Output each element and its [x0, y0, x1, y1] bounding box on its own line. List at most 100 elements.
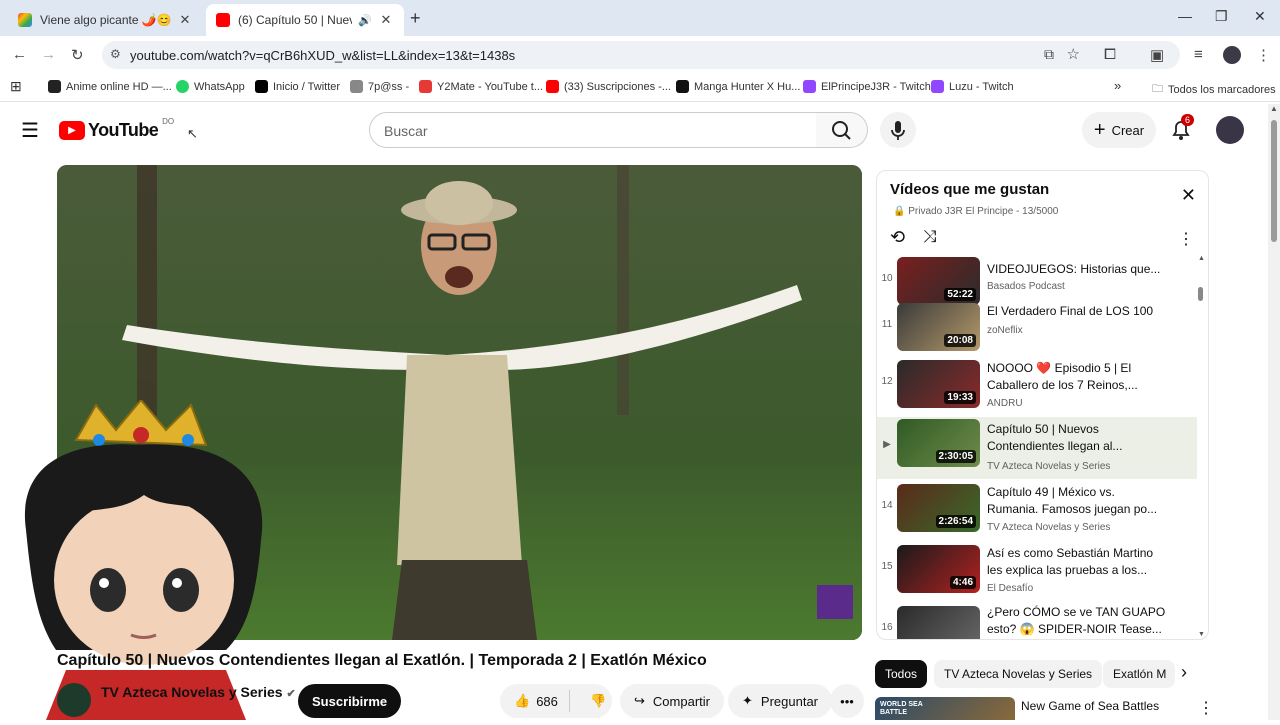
create-button[interactable]: + Crear	[1082, 112, 1156, 148]
account-avatar[interactable]	[1216, 116, 1244, 144]
close-window-button[interactable]: ✕	[1254, 8, 1266, 25]
subscribe-button[interactable]: Suscribirme	[298, 684, 402, 718]
item-thumbnail: 2:26:54	[897, 484, 980, 532]
all-bookmarks-label: Todos los marcadores	[1168, 83, 1276, 96]
region-code: DO	[162, 117, 175, 126]
url-text[interactable]: youtube.com/watch?v=qCrB6hXUD_w&list=LL&…	[130, 48, 515, 63]
more-bookmarks-button[interactable]: »	[1114, 78, 1121, 93]
notifications-button[interactable]: 6	[1170, 114, 1195, 147]
bookmark-label: Anime online HD —...	[66, 80, 172, 93]
scroll-up-icon[interactable]: ▲	[1198, 255, 1205, 262]
thumbs-down-icon[interactable]: 👎	[578, 693, 606, 709]
profile-avatar[interactable]	[1223, 46, 1241, 64]
youtube-play-logo-icon: ▶	[59, 121, 85, 140]
bookmarks-bar: ⊞ Anime online HD —... WhatsApp Inicio /…	[0, 74, 1280, 102]
close-playlist-icon[interactable]: ✕	[1181, 185, 1196, 206]
tab-viene-algo-picante[interactable]: Viene algo picante 🌶️😊 ✕	[8, 4, 203, 36]
more-actions-button[interactable]: •••	[830, 684, 864, 718]
site-info-icon[interactable]: ⚙	[110, 47, 121, 61]
chevron-right-icon[interactable]: ›	[1181, 662, 1187, 683]
page-scrollbar[interactable]: ▲	[1268, 104, 1280, 720]
manga-icon	[676, 80, 689, 93]
playlist-item[interactable]: 16 ¿Pero CÓMO se ve TAN GUAPO esto? 😱 SP…	[877, 604, 1197, 639]
voice-search-button[interactable]	[880, 112, 916, 148]
playlist-scrollbar[interactable]: ▲ ▼	[1198, 255, 1205, 638]
hamburger-menu-icon[interactable]: ☰	[21, 118, 39, 143]
like-button[interactable]: 👍 686	[500, 690, 570, 712]
bookmark-item[interactable]: ElPrincipeJ3R - Twitch	[803, 80, 931, 93]
now-playing-icon: ▶	[883, 439, 891, 450]
shuffle-icon[interactable]: ⤨	[923, 227, 937, 247]
channel-avatar[interactable]	[57, 683, 91, 717]
chip-exatlon[interactable]: Exatlón M	[1103, 660, 1175, 688]
playlist-item[interactable]: 14 2:26:54 Capítulo 49 | México vs. Ruma…	[877, 482, 1197, 540]
subscribe-label: Suscribirme	[312, 693, 388, 709]
folder-icon: 🗀	[1152, 83, 1163, 95]
apps-grid-icon[interactable]: ⊞	[10, 78, 22, 95]
bookmark-item[interactable]: 7p@ss -	[350, 80, 409, 93]
playlist-item[interactable]: 15 4:46 Así es como Sebastián Martino le…	[877, 543, 1197, 601]
bookmark-item[interactable]: Y2Mate - YouTube t...	[419, 80, 543, 93]
back-arrow-icon[interactable]: ←	[12, 46, 27, 63]
item-title: El Verdadero Final de LOS 100	[987, 304, 1154, 318]
thumbnail-caption: WORLD SEA BATTLE	[880, 701, 923, 716]
loop-icon[interactable]: ⟲	[890, 227, 905, 248]
close-tab-icon[interactable]: ✕	[378, 12, 394, 28]
forward-arrow-icon[interactable]: →	[41, 46, 56, 63]
item-title: VIDEOJUEGOS: Historias que...	[987, 262, 1161, 276]
scroll-down-icon[interactable]: ▼	[1198, 631, 1205, 638]
bookmark-item[interactable]: Luzu - Twitch	[931, 80, 1014, 93]
side-panel-icon[interactable]: ▣	[1150, 46, 1164, 64]
share-button[interactable]: ↪ Compartir	[620, 684, 724, 718]
bookmark-item[interactable]: (33) Suscripciones -...	[546, 80, 671, 93]
playlist-menu-icon[interactable]: ⋮	[1178, 229, 1194, 249]
channel-name-wrap[interactable]: TV Azteca Novelas y Series ✔	[101, 684, 296, 700]
page-scroll-thumb[interactable]	[1271, 120, 1277, 242]
youtube-logo[interactable]: ▶ YouTube DO	[59, 117, 175, 141]
url-bar[interactable]: ⚙ youtube.com/watch?v=qCrB6hXUD_w&list=L…	[102, 41, 1180, 69]
tab-title: Viene algo picante 🌶️😊	[40, 13, 172, 27]
next-video-menu-icon[interactable]: ⋮	[1198, 698, 1214, 718]
ask-button[interactable]: ✦ Preguntar	[728, 684, 832, 718]
extensions-icon[interactable]: ⧠	[1104, 46, 1116, 63]
item-thumbnail: 4:46	[897, 545, 980, 593]
chip-tv-azteca[interactable]: TV Azteca Novelas y Series	[934, 660, 1103, 688]
y2mate-icon	[419, 80, 432, 93]
bookmark-star-icon[interactable]: ☆	[1067, 45, 1080, 63]
chip-label: Exatlón M	[1113, 667, 1167, 681]
minimize-button[interactable]: —	[1178, 8, 1192, 24]
bookmark-item[interactable]: Manga Hunter X Hu...	[676, 80, 800, 93]
install-app-icon[interactable]: ⧉	[1044, 46, 1054, 63]
next-video-title[interactable]: New Game of Sea Battles	[1021, 699, 1159, 713]
like-count: 686	[536, 693, 558, 709]
playlist-item-current[interactable]: ▶ 2:30:05 Capítulo 50 | Nuevos Contendie…	[877, 417, 1197, 479]
all-bookmarks-folder[interactable]: 🗀 Todos los marcadores	[1152, 80, 1276, 99]
browser-menu-icon[interactable]: ⋮	[1256, 46, 1271, 64]
item-channel: Basados Podcast	[987, 281, 1065, 292]
playlist-item[interactable]: 12 19:33 NOOOO ❤️ Episodio 5 | El Caball…	[877, 358, 1197, 416]
playlist-scroll-thumb[interactable]	[1198, 287, 1203, 301]
channel-name[interactable]: TV Azteca Novelas y Series	[101, 684, 283, 700]
bookmark-item[interactable]: Inicio / Twitter	[255, 80, 340, 93]
speaker-icon[interactable]: 🔊	[358, 14, 372, 27]
playlist-title[interactable]: Vídeos que me gustan	[890, 181, 1049, 198]
reload-icon[interactable]: ↻	[71, 46, 84, 64]
tab-title: (6) Capítulo 50 | Nuevos Co	[238, 13, 353, 27]
bookmark-item[interactable]: WhatsApp	[176, 80, 245, 93]
search-input[interactable]: Buscar	[369, 112, 817, 148]
browser-tab-bar: Viene algo picante 🌶️😊 ✕ (6) Capítulo 50…	[0, 0, 1280, 36]
page-scroll-up-icon[interactable]: ▲	[1270, 104, 1278, 113]
bookmark-item[interactable]: Anime online HD —...	[48, 80, 172, 93]
search-button[interactable]	[816, 112, 868, 148]
new-tab-button[interactable]: +	[410, 8, 421, 29]
chip-todos[interactable]: Todos	[875, 660, 928, 688]
next-video-thumbnail[interactable]: WORLD SEA BATTLE	[875, 697, 1015, 720]
playlist-item[interactable]: 11 20:08 El Verdadero Final de LOS 100 z…	[877, 301, 1197, 359]
tab-youtube-capitulo-50[interactable]: (6) Capítulo 50 | Nuevos Co 🔊 ✕	[206, 4, 404, 36]
crowned-character-illustration	[24, 398, 263, 720]
maximize-button[interactable]: ❐	[1215, 8, 1228, 25]
lock-icon: 🔒	[893, 206, 906, 217]
media-controls-icon[interactable]: ≡	[1194, 46, 1203, 63]
close-tab-icon[interactable]: ✕	[177, 12, 193, 28]
item-thumbnail	[897, 606, 980, 639]
